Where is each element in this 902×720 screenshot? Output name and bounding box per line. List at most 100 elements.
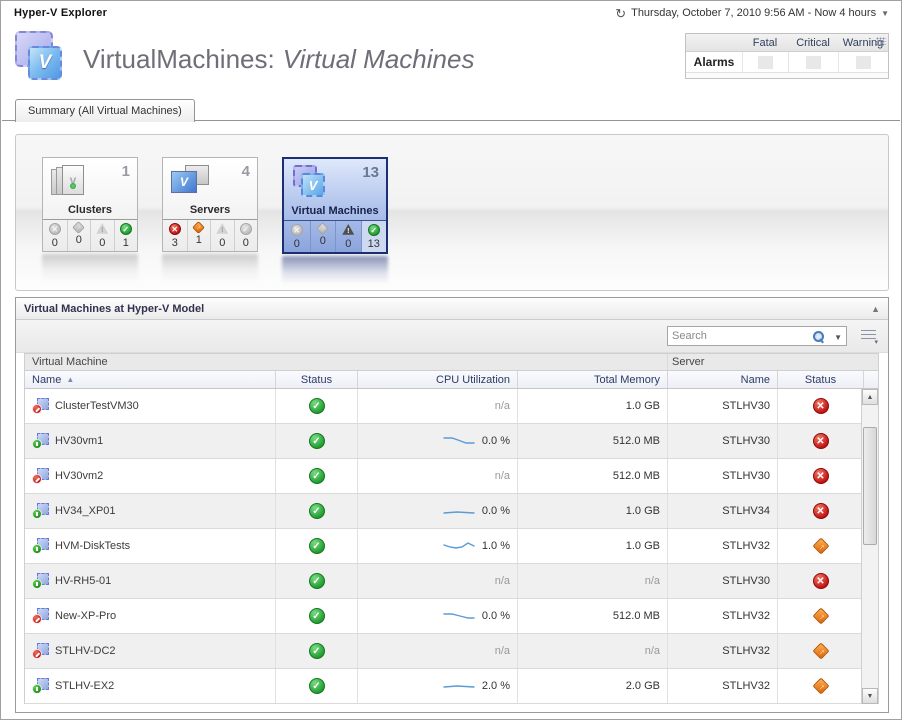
tile-servers[interactable]: V 4 Servers ✕3→1!0✓0	[162, 157, 258, 252]
vm-name-cell[interactable]: HV-RH5-01	[25, 564, 275, 598]
vm-name-cell[interactable]: ClusterTestVM30	[25, 389, 275, 423]
vm-name-cell[interactable]: HVM-DiskTests	[25, 529, 275, 563]
column-header-name[interactable]: Name ▲	[25, 371, 275, 388]
cpu-value: n/a	[495, 575, 510, 587]
table-row[interactable]: HV30vm1 ✓ 0.0 % 512.0 MB STLHV30 ✕	[25, 424, 878, 459]
cpu-value: 0.0 %	[482, 505, 510, 517]
column-header-server-name[interactable]: Name	[667, 371, 777, 388]
object-title-name: Virtual Machines	[283, 44, 475, 74]
server-status-cell: ✕	[777, 389, 863, 423]
vm-name-cell[interactable]: STLHV-EX2	[25, 669, 275, 703]
vm-name-cell[interactable]: HV30vm1	[25, 424, 275, 458]
tile-normal-count: 0	[243, 237, 249, 249]
search-icon[interactable]	[812, 330, 824, 342]
scroll-down-icon[interactable]: ▼	[862, 688, 878, 704]
scroll-up-icon[interactable]: ▲	[862, 389, 878, 405]
tile-critical-cell[interactable]: →0	[310, 221, 336, 252]
warning-status-icon: !	[216, 223, 228, 235]
time-range-icon: ↻	[615, 8, 626, 19]
vm-name-cell[interactable]: STLHV-DC2	[25, 634, 275, 668]
table-options-dots-icon[interactable]	[876, 37, 886, 46]
servers-icon: V	[169, 163, 211, 201]
vm-status-cell: ✓	[275, 459, 357, 493]
server-status-cell: ✕	[777, 564, 863, 598]
vm-icon	[32, 398, 49, 414]
table-row[interactable]: HVM-DiskTests ✓ 1.0 % 1.0 GB STLHV32 →	[25, 529, 878, 564]
table-row[interactable]: New-XP-Pro ✓ 0.0 % 512.0 MB STLHV32 →	[25, 599, 878, 634]
table-row[interactable]: ClusterTestVM30 ✓ n/a 1.0 GB STLHV30 ✕	[25, 389, 878, 424]
tile-label: Virtual Machines	[284, 205, 386, 220]
virtual-machines-icon: V	[290, 164, 332, 202]
search-options-chevron-icon[interactable]: ▼	[834, 333, 842, 342]
tile-fatal-cell[interactable]: ✕0	[43, 220, 67, 251]
column-header-status[interactable]: Status	[275, 371, 357, 388]
tile-critical-cell[interactable]: →1	[187, 220, 211, 251]
scrollbar-thumb[interactable]	[863, 427, 877, 545]
vm-icon	[32, 678, 49, 694]
tile-fatal-cell[interactable]: ✕3	[163, 220, 187, 251]
tile-fatal-count: 3	[172, 237, 178, 249]
vm-power-stopped-badge	[32, 404, 42, 414]
server-name: STLHV30	[722, 575, 770, 587]
normal-status-icon: ✓	[309, 503, 325, 519]
vm-name-cell[interactable]: HV34_XP01	[25, 494, 275, 528]
tile-normal-cell[interactable]: ✓13	[361, 221, 387, 252]
table-row[interactable]: STLHV-EX2 ✓ 2.0 % 2.0 GB STLHV32 →	[25, 669, 878, 704]
table-row[interactable]: STLHV-DC2 ✓ n/a n/a STLHV32 →	[25, 634, 878, 669]
alarms-warning-cell[interactable]	[838, 52, 888, 72]
vm-status-cell: ✓	[275, 564, 357, 598]
tile-normal-cell[interactable]: ✓0	[234, 220, 258, 251]
tile-fatal-cell[interactable]: ✕0	[284, 221, 310, 252]
vm-power-stopped-badge	[32, 474, 42, 484]
warning-status-icon: !	[342, 224, 354, 236]
memory-value: n/a	[645, 575, 660, 587]
vm-icon	[32, 573, 49, 589]
critical-status-icon: →	[316, 222, 329, 235]
normal-status-icon: ✓	[309, 643, 325, 659]
cpu-utilization-cell: 0.0 %	[357, 424, 517, 458]
tile-virtual-machines[interactable]: V 13 Virtual Machines ✕0→0!0✓13	[282, 157, 388, 254]
alarms-fatal-cell[interactable]	[742, 52, 788, 72]
vm-name-cell[interactable]: New-XP-Pro	[25, 599, 275, 633]
tile-reflection	[42, 254, 138, 282]
table-body: ClusterTestVM30 ✓ n/a 1.0 GB STLHV30 ✕ H…	[25, 389, 878, 704]
vm-power-running-badge	[32, 684, 42, 694]
table-row[interactable]: HV-RH5-01 ✓ n/a n/a STLHV30 ✕	[25, 564, 878, 599]
memory-value: 2.0 GB	[626, 680, 660, 692]
vm-icon	[32, 538, 49, 554]
memory-value: n/a	[645, 645, 660, 657]
vm-name-cell[interactable]: HV30vm2	[25, 459, 275, 493]
column-customizer-icon[interactable]	[861, 330, 876, 342]
fatal-status-icon: ✕	[169, 223, 181, 235]
search-input[interactable]	[672, 328, 810, 344]
critical-status-icon: →	[812, 538, 829, 555]
tile-warning-cell[interactable]: !0	[335, 221, 361, 252]
tile-critical-cell[interactable]: →0	[67, 220, 91, 251]
server-name-cell: STLHV32	[667, 669, 777, 703]
vm-table: Virtual Machine Server Name ▲ Status CPU…	[24, 353, 879, 704]
tile-warning-cell[interactable]: !0	[210, 220, 234, 251]
alarms-row-label: Alarms	[686, 52, 742, 72]
table-row[interactable]: HV30vm2 ✓ n/a 512.0 MB STLHV30 ✕	[25, 459, 878, 494]
alarms-critical-placeholder	[806, 56, 821, 69]
column-header-cpu-utilization[interactable]: CPU Utilization	[357, 371, 517, 388]
column-header-server-status[interactable]: Status	[777, 371, 863, 388]
time-range-selector[interactable]: ↻ Thursday, October 7, 2010 9:56 AM - No…	[615, 7, 889, 19]
collapse-panel-icon[interactable]: ▲	[871, 304, 880, 314]
fatal-status-icon: ✕	[813, 468, 829, 484]
tile-normal-cell[interactable]: ✓1	[114, 220, 138, 251]
column-header-total-memory[interactable]: Total Memory	[517, 371, 667, 388]
tile-clusters[interactable]: v 1 Clusters ✕0→0!0✓1	[42, 157, 138, 252]
total-memory-cell: 1.0 GB	[517, 494, 667, 528]
table-row[interactable]: HV34_XP01 ✓ 0.0 % 1.0 GB STLHV34 ✕	[25, 494, 878, 529]
tile-warning-cell[interactable]: !0	[90, 220, 114, 251]
vm-name: HV30vm1	[55, 435, 103, 447]
server-name-cell: STLHV34	[667, 494, 777, 528]
vertical-scrollbar[interactable]: ▲ ▼	[861, 389, 878, 704]
alarms-critical-cell[interactable]	[788, 52, 838, 72]
tile-critical-count: 0	[320, 235, 326, 247]
topology-tiles-container: v 1 Clusters ✕0→0!0✓1 V 4 Servers ✕3→1!0…	[15, 134, 889, 291]
tile-normal-count: 13	[368, 238, 380, 250]
panel-title: Virtual Machines at Hyper-V Model	[24, 303, 204, 315]
tab-summary[interactable]: Summary (All Virtual Machines)	[15, 99, 195, 122]
